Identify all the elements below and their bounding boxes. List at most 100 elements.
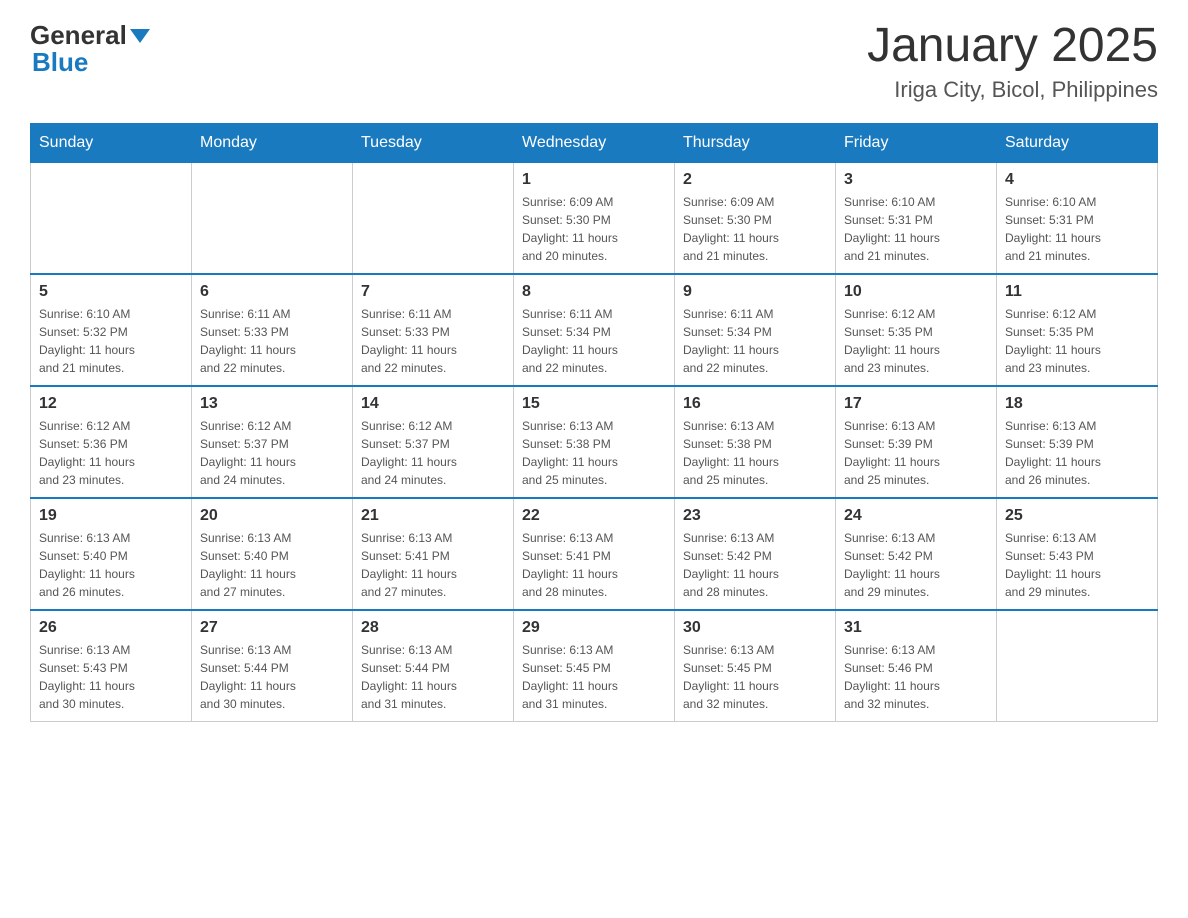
day-number: 7	[361, 283, 505, 301]
day-number: 27	[200, 619, 344, 637]
calendar-header-thursday: Thursday	[675, 123, 836, 162]
day-number: 31	[844, 619, 988, 637]
calendar-cell: 28 Sunrise: 6:13 AMSunset: 5:44 PMDayligh…	[353, 610, 514, 722]
day-info: Sunrise: 6:11 AMSunset: 5:33 PMDaylight:…	[200, 305, 344, 377]
day-info: Sunrise: 6:13 AMSunset: 5:43 PMDaylight:…	[1005, 529, 1149, 601]
day-info: Sunrise: 6:13 AMSunset: 5:42 PMDaylight:…	[844, 529, 988, 601]
calendar-cell: 4Sunrise: 6:10 AMSunset: 5:31 PMDaylight…	[997, 162, 1158, 274]
day-number: 13	[200, 395, 344, 413]
day-number: 2	[683, 171, 827, 189]
day-number: 30	[683, 619, 827, 637]
calendar-header-sunday: Sunday	[31, 123, 192, 162]
day-number: 28	[361, 619, 505, 637]
calendar-cell: 16Sunrise: 6:13 AMSunset: 5:38 PMDayligh…	[675, 386, 836, 498]
calendar-cell: 17Sunrise: 6:13 AMSunset: 5:39 PMDayligh…	[836, 386, 997, 498]
calendar-header-saturday: Saturday	[997, 123, 1158, 162]
day-info: Sunrise: 6:13 AMSunset: 5:44 PMDaylight:…	[200, 641, 344, 713]
calendar-cell: 7 Sunrise: 6:11 AMSunset: 5:33 PMDaylight…	[353, 274, 514, 386]
day-number: 23	[683, 507, 827, 525]
day-number: 19	[39, 507, 183, 525]
day-info: Sunrise: 6:13 AMSunset: 5:38 PMDaylight:…	[522, 417, 666, 489]
calendar-cell: 20 Sunrise: 6:13 AMSunset: 5:40 PMDayligh…	[192, 498, 353, 610]
day-info: Sunrise: 6:13 AMSunset: 5:43 PMDaylight:…	[39, 641, 183, 713]
day-info: Sunrise: 6:13 AMSunset: 5:41 PMDaylight:…	[522, 529, 666, 601]
calendar-cell: 25Sunrise: 6:13 AMSunset: 5:43 PMDayligh…	[997, 498, 1158, 610]
day-info: Sunrise: 6:11 AMSunset: 5:33 PMDaylight:…	[361, 305, 505, 377]
calendar-cell: 23Sunrise: 6:13 AMSunset: 5:42 PMDayligh…	[675, 498, 836, 610]
day-number: 5	[39, 283, 183, 301]
calendar-header-tuesday: Tuesday	[353, 123, 514, 162]
day-info: Sunrise: 6:10 AMSunset: 5:32 PMDaylight:…	[39, 305, 183, 377]
calendar-cell: 24 Sunrise: 6:13 AMSunset: 5:42 PMDayligh…	[836, 498, 997, 610]
day-number: 20	[200, 507, 344, 525]
day-info: Sunrise: 6:09 AMSunset: 5:30 PMDaylight:…	[683, 193, 827, 265]
location-subtitle: Iriga City, Bicol, Philippines	[867, 77, 1158, 103]
day-number: 21	[361, 507, 505, 525]
day-info: Sunrise: 6:13 AMSunset: 5:38 PMDaylight:…	[683, 417, 827, 489]
calendar-week-row: 5 Sunrise: 6:10 AMSunset: 5:32 PMDaylight…	[31, 274, 1158, 386]
day-info: Sunrise: 6:11 AMSunset: 5:34 PMDaylight:…	[522, 305, 666, 377]
calendar-cell: 6 Sunrise: 6:11 AMSunset: 5:33 PMDaylight…	[192, 274, 353, 386]
calendar-cell: 2 Sunrise: 6:09 AMSunset: 5:30 PMDaylight…	[675, 162, 836, 274]
calendar-week-row: 19 Sunrise: 6:13 AMSunset: 5:40 PMDayligh…	[31, 498, 1158, 610]
day-info: Sunrise: 6:13 AMSunset: 5:44 PMDaylight:…	[361, 641, 505, 713]
day-info: Sunrise: 6:12 AMSunset: 5:35 PMDaylight:…	[844, 305, 988, 377]
day-number: 24	[844, 507, 988, 525]
day-number: 17	[844, 395, 988, 413]
calendar-cell: 14Sunrise: 6:12 AMSunset: 5:37 PMDayligh…	[353, 386, 514, 498]
calendar-cell	[353, 162, 514, 274]
day-number: 8	[522, 283, 666, 301]
calendar-cell: 29 Sunrise: 6:13 AMSunset: 5:45 PMDayligh…	[514, 610, 675, 722]
day-number: 3	[844, 171, 988, 189]
calendar-cell: 15Sunrise: 6:13 AMSunset: 5:38 PMDayligh…	[514, 386, 675, 498]
day-info: Sunrise: 6:12 AMSunset: 5:37 PMDaylight:…	[361, 417, 505, 489]
calendar-cell: 31 Sunrise: 6:13 AMSunset: 5:46 PMDayligh…	[836, 610, 997, 722]
day-info: Sunrise: 6:13 AMSunset: 5:45 PMDaylight:…	[683, 641, 827, 713]
day-info: Sunrise: 6:13 AMSunset: 5:40 PMDaylight:…	[200, 529, 344, 601]
title-section: January 2025 Iriga City, Bicol, Philippi…	[867, 20, 1158, 103]
day-info: Sunrise: 6:10 AMSunset: 5:31 PMDaylight:…	[844, 193, 988, 265]
calendar-header-row: SundayMondayTuesdayWednesdayThursdayFrid…	[31, 123, 1158, 162]
day-info: Sunrise: 6:11 AMSunset: 5:34 PMDaylight:…	[683, 305, 827, 377]
day-number: 12	[39, 395, 183, 413]
calendar-cell: 26 Sunrise: 6:13 AMSunset: 5:43 PMDayligh…	[31, 610, 192, 722]
calendar-header-friday: Friday	[836, 123, 997, 162]
calendar-cell: 30 Sunrise: 6:13 AMSunset: 5:45 PMDayligh…	[675, 610, 836, 722]
day-number: 9	[683, 283, 827, 301]
calendar-cell: 18 Sunrise: 6:13 AMSunset: 5:39 PMDayligh…	[997, 386, 1158, 498]
day-number: 22	[522, 507, 666, 525]
calendar-week-row: 1 Sunrise: 6:09 AMSunset: 5:30 PMDaylight…	[31, 162, 1158, 274]
day-info: Sunrise: 6:13 AMSunset: 5:40 PMDaylight:…	[39, 529, 183, 601]
calendar-table: SundayMondayTuesdayWednesdayThursdayFrid…	[30, 123, 1158, 722]
day-info: Sunrise: 6:13 AMSunset: 5:39 PMDaylight:…	[1005, 417, 1149, 489]
calendar-cell: 13Sunrise: 6:12 AMSunset: 5:37 PMDayligh…	[192, 386, 353, 498]
calendar-cell: 10Sunrise: 6:12 AMSunset: 5:35 PMDayligh…	[836, 274, 997, 386]
day-number: 29	[522, 619, 666, 637]
day-info: Sunrise: 6:13 AMSunset: 5:46 PMDaylight:…	[844, 641, 988, 713]
logo-triangle-icon	[130, 29, 150, 43]
calendar-cell	[31, 162, 192, 274]
day-info: Sunrise: 6:13 AMSunset: 5:45 PMDaylight:…	[522, 641, 666, 713]
calendar-week-row: 12Sunrise: 6:12 AMSunset: 5:36 PMDayligh…	[31, 386, 1158, 498]
calendar-cell: 1Sunrise: 6:09 AMSunset: 5:30 PMDaylight…	[514, 162, 675, 274]
page-header: General Blue January 2025 Iriga City, Bi…	[30, 20, 1158, 103]
calendar-cell: 11 Sunrise: 6:12 AMSunset: 5:35 PMDayligh…	[997, 274, 1158, 386]
day-number: 26	[39, 619, 183, 637]
day-number: 18	[1005, 395, 1149, 413]
day-number: 4	[1005, 171, 1149, 189]
calendar-cell: 21 Sunrise: 6:13 AMSunset: 5:41 PMDayligh…	[353, 498, 514, 610]
day-info: Sunrise: 6:12 AMSunset: 5:35 PMDaylight:…	[1005, 305, 1149, 377]
day-info: Sunrise: 6:13 AMSunset: 5:41 PMDaylight:…	[361, 529, 505, 601]
calendar-week-row: 26 Sunrise: 6:13 AMSunset: 5:43 PMDayligh…	[31, 610, 1158, 722]
day-number: 11	[1005, 283, 1149, 301]
logo: General Blue	[30, 20, 150, 78]
calendar-cell: 9 Sunrise: 6:11 AMSunset: 5:34 PMDaylight…	[675, 274, 836, 386]
day-number: 6	[200, 283, 344, 301]
calendar-cell	[997, 610, 1158, 722]
calendar-cell: 22 Sunrise: 6:13 AMSunset: 5:41 PMDayligh…	[514, 498, 675, 610]
calendar-header-wednesday: Wednesday	[514, 123, 675, 162]
calendar-cell: 19 Sunrise: 6:13 AMSunset: 5:40 PMDayligh…	[31, 498, 192, 610]
day-number: 1	[522, 171, 666, 189]
calendar-cell: 5 Sunrise: 6:10 AMSunset: 5:32 PMDaylight…	[31, 274, 192, 386]
month-year-title: January 2025	[867, 20, 1158, 73]
